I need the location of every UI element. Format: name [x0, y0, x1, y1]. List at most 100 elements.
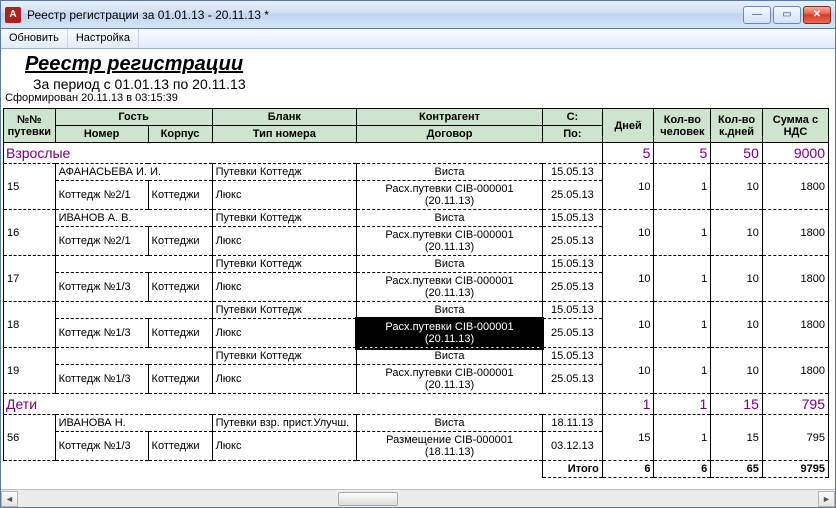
cell-korpus: Коттеджи — [148, 319, 212, 348]
cell-dogovor: Расх.путевки CIB-000001 (20.11.13) — [357, 227, 543, 256]
horizontal-scrollbar[interactable]: ◄ ► — [1, 489, 835, 507]
cell-blank: Путевки Коттедж — [212, 164, 357, 181]
cell-nomer: Коттедж №1/3 — [55, 432, 148, 461]
cell-sum: 1800 — [762, 256, 828, 302]
menu-settings[interactable]: Настройка — [68, 29, 139, 48]
kids-ppl: 1 — [654, 394, 711, 415]
section-kids-label: Дети — [4, 394, 603, 415]
cell-kontragent: Виста — [357, 164, 543, 181]
table-row[interactable]: 17 Путевки Коттедж Виста 15.05.13 10 1 1… — [4, 256, 829, 273]
cell-nomer: Коттедж №1/3 — [55, 319, 148, 348]
th-po: По: — [542, 126, 602, 143]
th-s: С: — [542, 109, 602, 126]
cell-korpus: Коттеджи — [148, 432, 212, 461]
cell-tip: Люкс — [212, 432, 357, 461]
cell-sum: 1800 — [762, 164, 828, 210]
cell-kd: 10 — [711, 256, 763, 302]
adults-dney: 5 — [602, 143, 654, 164]
cell-korpus: Коттеджи — [148, 365, 212, 394]
cell-date-from: 15.05.13 — [542, 302, 602, 319]
th-tip: Тип номера — [212, 126, 357, 143]
totals-dney: 6 — [602, 461, 654, 478]
window-title: Реестр регистрации за 01.01.13 - 20.11.1… — [27, 8, 743, 22]
cell-dogovor: Расх.путевки CIB-000001 (20.11.13) — [357, 273, 543, 302]
app-icon: A — [5, 7, 21, 23]
cell-nomer: Коттедж №2/1 — [55, 181, 148, 210]
minimize-button[interactable]: — — [743, 6, 771, 24]
cell-kd: 10 — [711, 348, 763, 394]
cell-korpus: Коттеджи — [148, 181, 212, 210]
cell-date-to: 03.12.13 — [542, 432, 602, 461]
adults-sum: 9000 — [762, 143, 828, 164]
cell-dney: 10 — [602, 164, 654, 210]
table-row[interactable]: 56 ИВАНОВА Н. Путевки взр. прист.Улучш. … — [4, 415, 829, 432]
cell-dogovor: Размещение CIB-000001 (18.11.13) — [357, 432, 543, 461]
cell-date-to: 25.05.13 — [542, 181, 602, 210]
titlebar: A Реестр регистрации за 01.01.13 - 20.11… — [1, 1, 835, 29]
th-dney: Дней — [602, 109, 654, 143]
cell-dney: 10 — [602, 302, 654, 348]
cell-blank: Путевки взр. прист.Улучш. — [212, 415, 357, 432]
th-kontragent: Контрагент — [357, 109, 543, 126]
cell-dney: 10 — [602, 348, 654, 394]
cell-kontragent: Виста — [357, 415, 543, 432]
cell-guest — [55, 348, 212, 365]
totals-sum: 9795 — [762, 461, 828, 478]
section-kids: Дети 1 1 15 795 — [4, 394, 829, 415]
menubar: Обновить Настройка — [1, 29, 835, 49]
cell-kd: 10 — [711, 164, 763, 210]
cell-guest: ИВАНОВА Н. — [55, 415, 212, 432]
cell-tip: Люкс — [212, 181, 357, 210]
app-window: A Реестр регистрации за 01.01.13 - 20.11… — [0, 0, 836, 508]
cell-tip: Люкс — [212, 319, 357, 348]
scroll-track[interactable] — [18, 491, 818, 507]
cell-nomer: Коттедж №2/1 — [55, 227, 148, 256]
cell-sum: 1800 — [762, 210, 828, 256]
table-row[interactable]: 19 Путевки Коттедж Виста 15.05.13 10 1 1… — [4, 348, 829, 365]
totals-label: Итого — [542, 461, 602, 478]
th-sum: Сумма с НДС — [762, 109, 828, 143]
cell-dney: 10 — [602, 256, 654, 302]
th-ppl: Кол-во человек — [654, 109, 711, 143]
cell-kontragent: Виста — [357, 210, 543, 227]
close-button[interactable]: ✕ — [803, 6, 831, 24]
th-nomer: Номер — [55, 126, 148, 143]
cell-tip: Люкс — [212, 227, 357, 256]
cell-ppl: 1 — [654, 348, 711, 394]
cell-nomer: Коттедж №1/3 — [55, 273, 148, 302]
scroll-thumb[interactable] — [338, 492, 398, 506]
cell-date-from: 18.11.13 — [542, 415, 602, 432]
cell-date-to: 25.05.13 — [542, 365, 602, 394]
cell-kontragent: Виста — [357, 256, 543, 273]
cell-blank: Путевки Коттедж — [212, 256, 357, 273]
cell-guest: АФАНАСЬЕВА И. И. — [55, 164, 212, 181]
cell-korpus: Коттеджи — [148, 227, 212, 256]
table-row[interactable]: 15 АФАНАСЬЕВА И. И. Путевки Коттедж Вист… — [4, 164, 829, 181]
cell-date-to: 25.05.13 — [542, 227, 602, 256]
table-row[interactable]: 18 Путевки Коттедж Виста 15.05.13 10 1 1… — [4, 302, 829, 319]
cell-kd: 15 — [711, 415, 763, 461]
scroll-right-button[interactable]: ► — [818, 491, 835, 507]
cell-date-to: 25.05.13 — [542, 273, 602, 302]
cell-guest — [55, 302, 212, 319]
totals-ppl: 6 — [654, 461, 711, 478]
th-korpus: Корпус — [148, 126, 212, 143]
menu-refresh[interactable]: Обновить — [1, 29, 68, 48]
cell-date-from: 15.05.13 — [542, 256, 602, 273]
scroll-left-button[interactable]: ◄ — [1, 491, 18, 507]
cell-ppl: 1 — [654, 415, 711, 461]
cell-kontragent: Виста — [357, 348, 543, 365]
cell-sum: 1800 — [762, 348, 828, 394]
kids-sum: 795 — [762, 394, 828, 415]
report-title: Реестр регистрации — [25, 53, 829, 76]
th-guest: Гость — [55, 109, 212, 126]
cell-dogovor-selected[interactable]: Расх.путевки CIB-000001 (20.11.13) — [357, 319, 543, 348]
cell-blank: Путевки Коттедж — [212, 348, 357, 365]
cell-kd: 10 — [711, 302, 763, 348]
cell-guest — [55, 256, 212, 273]
maximize-button[interactable]: ▭ — [773, 6, 801, 24]
registration-table: №№ путевки Гость Бланк Контрагент С: Дне… — [3, 108, 829, 478]
cell-guest: ИВАНОВ А. В. — [55, 210, 212, 227]
table-row[interactable]: 16 ИВАНОВ А. В. Путевки Коттедж Виста 15… — [4, 210, 829, 227]
cell-dogovor: Расх.путевки CIB-000001 (20.11.13) — [357, 181, 543, 210]
